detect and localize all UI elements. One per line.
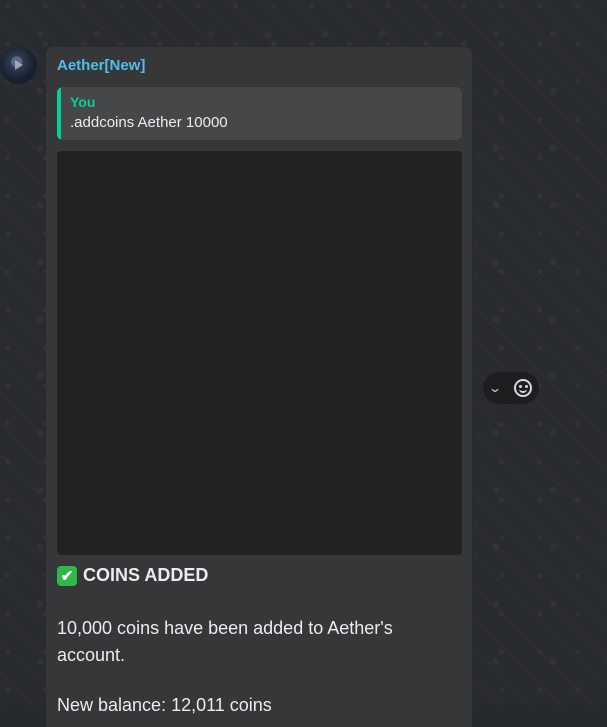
quoted-message[interactable]: You .addcoins Aether 10000 — [57, 87, 462, 140]
emoji-reaction-icon[interactable] — [514, 379, 533, 397]
quote-author: You — [70, 94, 96, 110]
message-title-text: COINS ADDED — [83, 565, 209, 585]
message-title: ✔ COINS ADDED — [57, 565, 208, 586]
media-placeholder[interactable] — [57, 151, 462, 555]
message-actions: ⌄ — [483, 372, 539, 404]
quote-accent-bar — [57, 87, 61, 140]
check-mark-icon: ✔ — [57, 565, 77, 586]
quote-text: .addcoins Aether 10000 — [70, 114, 228, 131]
sender-avatar[interactable] — [0, 47, 37, 84]
message-bubble[interactable]: Aether[New] You .addcoins Aether 10000 ✔… — [46, 47, 472, 727]
sender-name[interactable]: Aether[New] — [57, 57, 145, 74]
chevron-down-icon[interactable]: ⌄ — [488, 381, 502, 395]
message-body: 10,000 coins have been added to Aether's… — [57, 618, 393, 665]
message-balance: New balance: 12,011 coins — [57, 695, 272, 715]
